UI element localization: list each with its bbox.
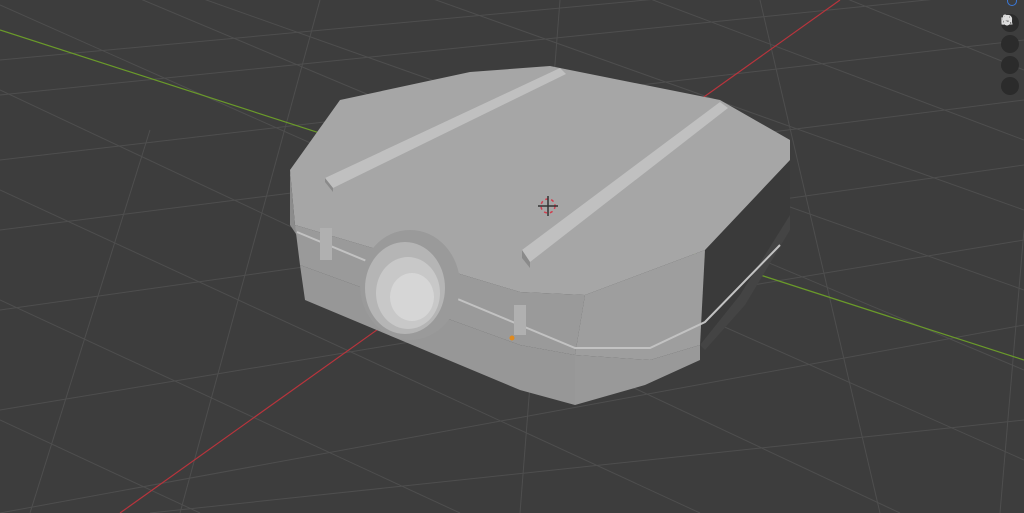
object-origin xyxy=(509,335,515,341)
z-axis-handle-icon[interactable] xyxy=(1007,0,1017,6)
navigation-tools xyxy=(1001,14,1021,95)
mesh-object[interactable] xyxy=(290,66,790,405)
camera-view-button[interactable] xyxy=(1001,14,1019,74)
perspective-grid-icon xyxy=(1001,15,1013,25)
navigation-gizmo[interactable] xyxy=(1002,0,1022,10)
viewport-canvas[interactable] xyxy=(0,0,1024,513)
3d-viewport[interactable] xyxy=(0,0,1024,513)
pan-button[interactable] xyxy=(1001,16,1019,53)
perspective-toggle-button[interactable] xyxy=(1001,15,1019,95)
